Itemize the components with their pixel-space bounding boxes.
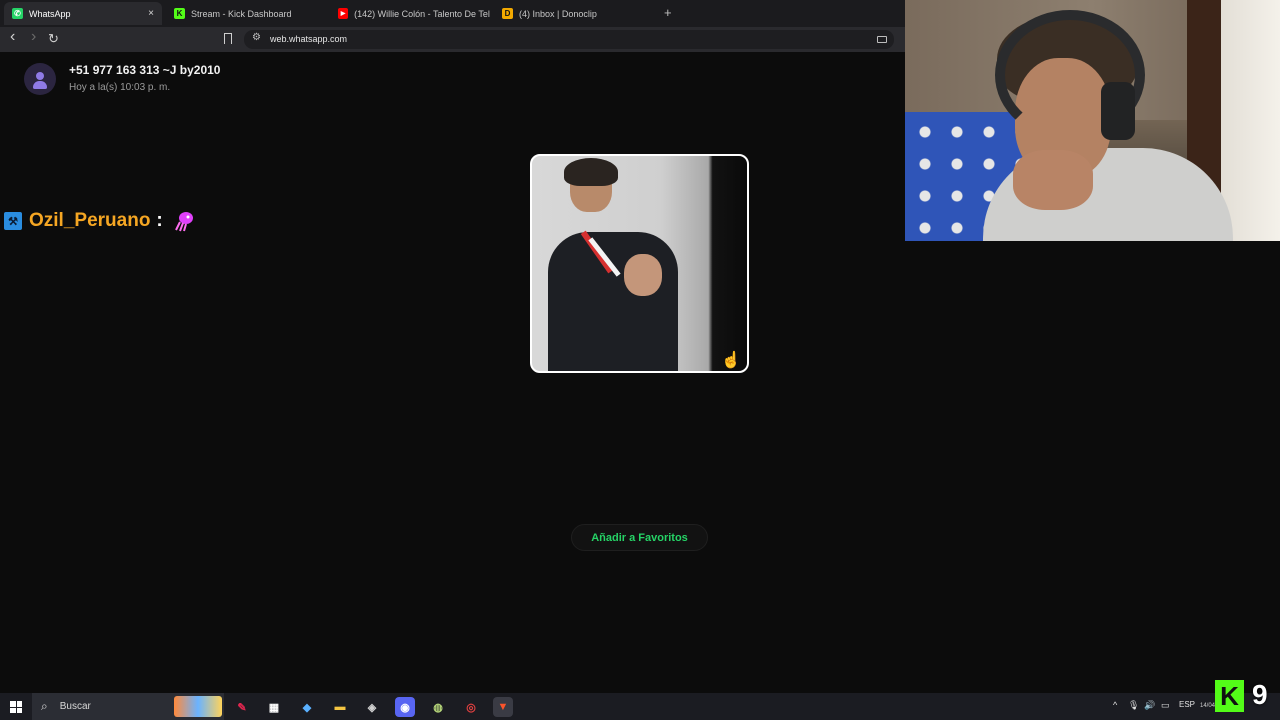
tab-whatsapp[interactable]: ✆ WhatsApp ×: [4, 2, 162, 25]
tab-youtube[interactable]: ▶ (142) Willie Colón - Talento De Televi: [330, 2, 490, 25]
bookmark-icon[interactable]: [224, 33, 232, 44]
kick-icon: K: [174, 8, 185, 19]
default-avatar-icon: [36, 72, 44, 80]
forward-button[interactable]: ›: [31, 29, 36, 45]
tab-title: Stream - Kick Dashboard: [191, 8, 292, 19]
address-url: web.whatsapp.com: [270, 34, 348, 44]
microphone-icon[interactable]: 🎙: [1128, 700, 1139, 711]
add-to-favorites-button[interactable]: Añadir a Favoritos: [571, 524, 708, 551]
tab-title: (142) Willie Colón - Talento De Televi: [354, 8, 490, 19]
webcam-person-hand: [1013, 150, 1093, 210]
search-icon: ⌕: [41, 699, 48, 713]
globe-app-icon[interactable]: ◍: [428, 697, 448, 717]
reload-button[interactable]: ↻: [48, 32, 59, 46]
browser-tab-strip: ✆ WhatsApp × K Stream - Kick Dashboard ▶…: [0, 0, 905, 27]
chat-separator: :: [156, 210, 163, 231]
cast-icon[interactable]: [877, 36, 887, 43]
chat-username: Ozil_Peruano: [29, 210, 151, 231]
network-icon[interactable]: ▭: [1161, 700, 1170, 711]
tray-chevron-icon[interactable]: ^: [1113, 700, 1117, 710]
kick-logo-icon: K: [1215, 680, 1244, 712]
jellyfish-emote-icon: [174, 212, 193, 232]
search-placeholder: Buscar: [59, 701, 91, 712]
default-avatar-body: [33, 81, 47, 89]
whatsapp-icon: ✆: [12, 8, 23, 19]
brave-browser-icon[interactable]: ▼: [493, 697, 513, 717]
chat-message: ⚒ Ozil_Peruano :: [4, 209, 195, 233]
headphone-cup: [1101, 82, 1135, 140]
donoclip-icon: D: [502, 8, 513, 19]
windows-taskbar: ⌕ Buscar ✎ ▦ ◆ ▬ ◈ ◉ ◍ ◎ ▼ ^ 🎙 🔊 ▭ ESP: [0, 693, 1280, 720]
kick-viewer-count: 9: [1252, 679, 1268, 710]
language-indicator[interactable]: ESP: [1179, 700, 1195, 709]
app-blue-icon[interactable]: ◆: [297, 697, 317, 717]
file-explorer-icon[interactable]: ▬: [330, 697, 350, 717]
volume-icon[interactable]: 🔊: [1144, 700, 1155, 711]
new-tab-button[interactable]: +: [664, 5, 672, 20]
notes-app-icon[interactable]: ✎: [232, 697, 252, 717]
image-figure-hair: [564, 158, 618, 186]
discord-icon[interactable]: ◉: [395, 697, 415, 717]
hand-cursor-icon: ☝: [721, 352, 741, 369]
tab-title: (4) Inbox | Donoclip: [519, 8, 597, 19]
youtube-icon: ▶: [338, 8, 349, 19]
close-tab-icon[interactable]: ×: [148, 8, 154, 19]
windows-start-button[interactable]: [10, 701, 22, 713]
tab-kick-dashboard[interactable]: K Stream - Kick Dashboard: [166, 2, 326, 25]
tab-donoclip[interactable]: D (4) Inbox | Donoclip: [494, 2, 654, 25]
image-figure-torso: [548, 232, 678, 371]
browser-toolbar: ‹ › ↻ ⚙ web.whatsapp.com: [0, 27, 905, 52]
image-figure-hands: [624, 254, 662, 296]
back-button[interactable]: ‹: [10, 29, 15, 45]
moderator-badge-icon: ⚒: [4, 212, 22, 230]
address-bar[interactable]: ⚙ web.whatsapp.com: [244, 30, 894, 49]
search-highlight-art: [174, 696, 222, 717]
message-timestamp: Hoy a la(s) 10:03 p. m.: [69, 82, 171, 93]
tab-title: WhatsApp: [29, 8, 71, 19]
taskbar-search-box[interactable]: ⌕ Buscar: [32, 693, 224, 720]
sender-avatar: [24, 63, 56, 95]
obs-icon[interactable]: ◎: [461, 697, 481, 717]
webcam-overlay: [905, 0, 1280, 241]
site-settings-icon[interactable]: ⚙: [252, 32, 261, 43]
media-image[interactable]: [530, 154, 749, 373]
shield-app-icon[interactable]: ◈: [362, 697, 382, 717]
sender-name: +51 977 163 313 ~J by2010: [69, 63, 221, 77]
calendar-app-icon[interactable]: ▦: [264, 697, 284, 717]
